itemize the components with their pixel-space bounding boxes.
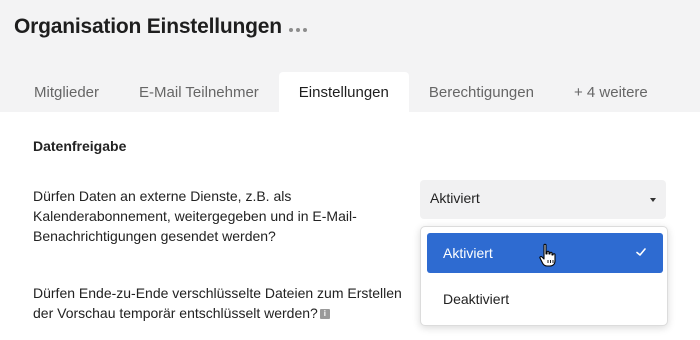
data-sharing-select[interactable]: Aktiviert xyxy=(420,180,666,219)
option-label: Aktiviert xyxy=(443,245,493,261)
option-label: Deaktiviert xyxy=(443,291,510,307)
tab-mitglieder[interactable]: Mitglieder xyxy=(14,72,119,112)
tab-email-teilnehmer[interactable]: E-Mail Teilnehmer xyxy=(119,72,279,112)
setting-label-e2e-preview: Dürfen Ende-zu-Ende verschlüsselte Datei… xyxy=(33,283,413,323)
page-title: Organisation Einstellungen xyxy=(14,15,282,38)
section-title: Datenfreigabe xyxy=(33,138,127,154)
option-aktiviert[interactable]: Aktiviert xyxy=(427,233,663,273)
option-deaktiviert[interactable]: Deaktiviert xyxy=(427,279,663,319)
select-value: Aktiviert xyxy=(430,190,480,206)
check-icon xyxy=(636,248,646,256)
tab-einstellungen[interactable]: Einstellungen xyxy=(278,72,409,112)
tab-berechtigungen[interactable]: Berechtigungen xyxy=(409,72,554,112)
setting-label-e2e-text: Dürfen Ende-zu-Ende verschlüsselte Datei… xyxy=(33,285,402,321)
tab-bar: Mitglieder E-Mail Teilnehmer Einstellung… xyxy=(14,72,668,112)
info-icon[interactable]: i xyxy=(319,309,330,320)
more-horizontal-icon[interactable] xyxy=(287,19,309,41)
header-bar: Organisation Einstellungen Mitglieder E-… xyxy=(0,0,700,112)
setting-label-external-services: Dürfen Daten an externe Dienste, z.B. al… xyxy=(33,188,357,244)
tab-more[interactable]: + 4 weitere xyxy=(554,72,668,112)
caret-down-icon xyxy=(650,198,656,202)
select-dropdown: Aktiviert Deaktiviert xyxy=(420,226,668,326)
